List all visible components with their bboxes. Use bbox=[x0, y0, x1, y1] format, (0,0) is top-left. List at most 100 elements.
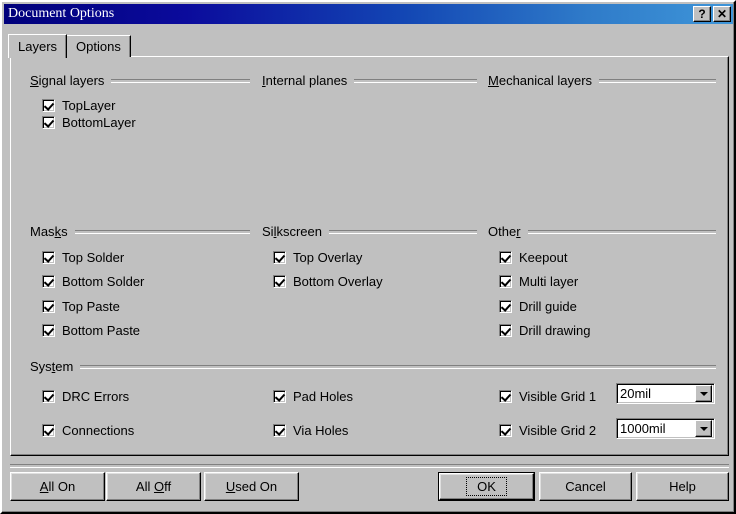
group-header-system: System bbox=[30, 359, 716, 374]
checkbox-visible-grid-1[interactable]: Visible Grid 1 bbox=[499, 389, 596, 404]
checkbox-bottom-overlay[interactable]: Bottom Overlay bbox=[273, 274, 383, 289]
checkbox-keepout-label: Keepout bbox=[519, 250, 567, 265]
group-header-internal-planes: Internal planes bbox=[262, 73, 477, 88]
checkbox-bottom-overlay-label: Bottom Overlay bbox=[293, 274, 383, 289]
group-header-masks: Masks bbox=[30, 224, 250, 239]
group-label-mechanical: echanical layers bbox=[499, 73, 592, 88]
group-label-masks-b: s bbox=[61, 224, 68, 239]
document-options-dialog: Document Options ? ✕ Layers Options Sign… bbox=[0, 0, 736, 514]
checkbox-keepout[interactable]: Keepout bbox=[499, 250, 567, 265]
checkbox-toplayer-label: TopLayer bbox=[62, 98, 115, 113]
checkbox-visible-grid-2[interactable]: Visible Grid 2 bbox=[499, 423, 596, 438]
help-icon[interactable]: ? bbox=[693, 6, 711, 22]
all-off-label-b: ff bbox=[164, 479, 171, 494]
group-rule-silkscreen bbox=[329, 230, 477, 234]
checkbox-multi-layer-box[interactable] bbox=[499, 275, 512, 288]
checkbox-bottom-paste[interactable]: Bottom Paste bbox=[42, 323, 140, 338]
all-off-accel: O bbox=[154, 479, 164, 494]
group-label-silkscreen-a: Si bbox=[262, 224, 274, 239]
checkbox-visible-grid-1-label: Visible Grid 1 bbox=[519, 389, 596, 404]
used-on-accel: U bbox=[226, 479, 235, 494]
checkbox-connections-box[interactable] bbox=[42, 424, 55, 437]
checkbox-multi-layer[interactable]: Multi layer bbox=[499, 274, 578, 289]
tab-options[interactable]: Options bbox=[66, 35, 131, 57]
checkbox-top-paste-label: Top Paste bbox=[62, 299, 120, 314]
checkbox-drill-drawing-box[interactable] bbox=[499, 324, 512, 337]
help-button[interactable]: Help bbox=[636, 472, 729, 501]
checkbox-visible-grid-2-label: Visible Grid 2 bbox=[519, 423, 596, 438]
group-label-signal: ignal layers bbox=[39, 73, 105, 88]
group-label-system-b: em bbox=[55, 359, 73, 374]
footer-divider bbox=[10, 464, 729, 468]
group-rule-mechanical bbox=[599, 79, 716, 83]
all-off-button[interactable]: All Off bbox=[106, 472, 201, 501]
tab-layers-label: Layers bbox=[18, 39, 57, 54]
visible-grid-2-dropdown[interactable]: 1000mil bbox=[616, 418, 715, 439]
checkbox-bottom-paste-box[interactable] bbox=[42, 324, 55, 337]
checkbox-top-paste-box[interactable] bbox=[42, 300, 55, 313]
checkbox-top-solder[interactable]: Top Solder bbox=[42, 250, 124, 265]
used-on-label: sed On bbox=[235, 479, 277, 494]
ok-button-label: OK bbox=[466, 477, 507, 496]
checkbox-via-holes[interactable]: Via Holes bbox=[273, 423, 348, 438]
checkbox-drill-guide[interactable]: Drill guide bbox=[499, 299, 577, 314]
help-button-label: Help bbox=[669, 480, 696, 493]
ok-button[interactable]: OK bbox=[438, 472, 535, 501]
checkbox-bottomlayer[interactable]: BottomLayer bbox=[42, 115, 136, 130]
group-rule-internal bbox=[354, 79, 477, 83]
visible-grid-1-dropdown[interactable]: 20mil bbox=[616, 383, 715, 404]
checkbox-toplayer[interactable]: TopLayer bbox=[42, 98, 115, 113]
group-label-system-a: Sys bbox=[30, 359, 52, 374]
checkbox-bottomlayer-box[interactable] bbox=[42, 116, 55, 129]
checkbox-drill-guide-label: Drill guide bbox=[519, 299, 577, 314]
all-on-label: ll On bbox=[48, 479, 75, 494]
checkbox-drc-errors[interactable]: DRC Errors bbox=[42, 389, 129, 404]
close-icon[interactable]: ✕ bbox=[713, 6, 731, 22]
group-header-silkscreen: Silkscreen bbox=[262, 224, 477, 239]
checkbox-top-solder-label: Top Solder bbox=[62, 250, 124, 265]
window-title: Document Options bbox=[4, 7, 693, 21]
tab-options-label: Options bbox=[76, 39, 121, 54]
checkbox-drc-errors-box[interactable] bbox=[42, 390, 55, 403]
checkbox-top-overlay-label: Top Overlay bbox=[293, 250, 362, 265]
title-bar-buttons: ? ✕ bbox=[693, 6, 734, 22]
group-accel-signal: S bbox=[30, 73, 39, 88]
group-label-silkscreen-b: kscreen bbox=[276, 224, 322, 239]
checkbox-via-holes-box[interactable] bbox=[273, 424, 286, 437]
all-on-button[interactable]: All On bbox=[10, 472, 105, 501]
checkbox-drill-drawing-label: Drill drawing bbox=[519, 323, 591, 338]
tab-layers[interactable]: Layers bbox=[8, 34, 67, 58]
checkbox-pad-holes[interactable]: Pad Holes bbox=[273, 389, 353, 404]
chevron-down-icon[interactable] bbox=[695, 420, 712, 437]
checkbox-drill-drawing[interactable]: Drill drawing bbox=[499, 323, 591, 338]
group-rule-masks bbox=[75, 230, 250, 234]
checkbox-drill-guide-box[interactable] bbox=[499, 300, 512, 313]
group-accel-other: r bbox=[516, 224, 520, 239]
cancel-button[interactable]: Cancel bbox=[539, 472, 632, 501]
checkbox-visible-grid-2-box[interactable] bbox=[499, 424, 512, 437]
checkbox-visible-grid-1-box[interactable] bbox=[499, 390, 512, 403]
group-rule-signal bbox=[111, 79, 250, 83]
chevron-down-icon[interactable] bbox=[695, 385, 712, 402]
checkbox-bottom-solder[interactable]: Bottom Solder bbox=[42, 274, 144, 289]
visible-grid-1-value: 20mil bbox=[617, 386, 695, 401]
checkbox-connections[interactable]: Connections bbox=[42, 423, 134, 438]
checkbox-via-holes-label: Via Holes bbox=[293, 423, 348, 438]
checkbox-bottom-solder-box[interactable] bbox=[42, 275, 55, 288]
checkbox-drc-errors-label: DRC Errors bbox=[62, 389, 129, 404]
checkbox-pad-holes-box[interactable] bbox=[273, 390, 286, 403]
checkbox-top-overlay-box[interactable] bbox=[273, 251, 286, 264]
checkbox-bottom-solder-label: Bottom Solder bbox=[62, 274, 144, 289]
checkbox-top-overlay[interactable]: Top Overlay bbox=[273, 250, 362, 265]
group-label-masks-a: Mas bbox=[30, 224, 55, 239]
group-header-other: Other bbox=[488, 224, 716, 239]
checkbox-toplayer-box[interactable] bbox=[42, 99, 55, 112]
checkbox-top-paste[interactable]: Top Paste bbox=[42, 299, 120, 314]
checkbox-keepout-box[interactable] bbox=[499, 251, 512, 264]
cancel-button-label: Cancel bbox=[565, 480, 605, 493]
checkbox-connections-label: Connections bbox=[62, 423, 134, 438]
group-header-mechanical-layers: Mechanical layers bbox=[488, 73, 716, 88]
used-on-button[interactable]: Used On bbox=[204, 472, 299, 501]
checkbox-bottom-overlay-box[interactable] bbox=[273, 275, 286, 288]
checkbox-top-solder-box[interactable] bbox=[42, 251, 55, 264]
